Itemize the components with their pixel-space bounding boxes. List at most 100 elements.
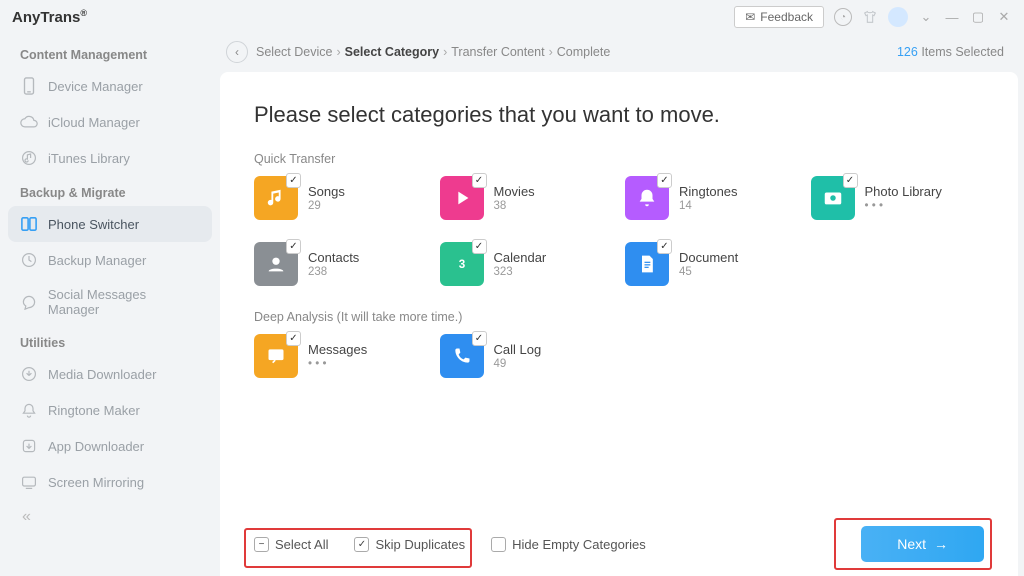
select-all-checkbox[interactable]: − Select All [254,537,328,552]
sidebar-item-label: App Downloader [48,439,144,454]
app-name-text: AnyTrans [12,9,80,26]
movies-icon: ✓ [440,176,484,220]
maximize-icon[interactable]: ▢ [970,9,986,25]
category-contacts[interactable]: ✓ Contacts238 [254,242,428,286]
chat-icon [20,293,38,311]
checkbox-checked-icon[interactable]: ✓ [286,331,301,346]
breadcrumb-step-1[interactable]: Select Device [256,45,332,59]
checkbox-checked-icon[interactable]: ✓ [286,239,301,254]
songs-icon: ✓ [254,176,298,220]
title-bar: AnyTrans® ✉ Feedback ◔ ⌄ — ▢ ✕ [0,0,1024,34]
checkbox-checked-icon[interactable]: ✓ [472,331,487,346]
switch-icon [20,215,38,233]
calendar-icon: 3✓ [440,242,484,286]
sidebar-section-backup-migrate: Backup & Migrate [8,176,212,206]
category-name: Songs [308,184,345,199]
breadcrumb-step-3[interactable]: Transfer Content [451,45,544,59]
screen-icon [20,473,38,491]
next-button[interactable]: Next → [861,526,984,562]
sidebar-item-app-downloader[interactable]: App Downloader [8,428,212,464]
download-icon [20,365,38,383]
breadcrumb-step-2[interactable]: Select Category [345,45,439,59]
category-call-log[interactable]: ✓Call Log49 [440,334,614,378]
sidebar-item-label: Device Manager [48,79,143,94]
category-count: 14 [679,200,738,212]
category-name: Call Log [494,342,542,357]
count-number: 126 [897,45,918,59]
category-name: Document [679,250,738,265]
back-button[interactable]: ‹ [226,41,248,63]
category-count: 38 [494,200,535,212]
sidebar-item-screen-mirroring[interactable]: Screen Mirroring [8,464,212,500]
category-text: Messages• • • [308,342,367,370]
sidebar-item-itunes-library[interactable]: iTunes Library [8,140,212,176]
breadcrumb-step-4[interactable]: Complete [557,45,611,59]
sidebar-item-icloud-manager[interactable]: iCloud Manager [8,104,212,140]
category-name: Contacts [308,250,359,265]
section-quick-transfer: Quick Transfer [254,152,984,166]
chevron-down-icon[interactable]: ⌄ [918,9,934,25]
close-icon[interactable]: ✕ [996,9,1012,25]
notification-bell-icon[interactable]: ◔ [834,8,852,26]
page-heading: Please select categories that you want t… [254,102,984,128]
sidebar-item-phone-switcher[interactable]: Phone Switcher [8,206,212,242]
section-deep-analysis: Deep Analysis (It will take more time.) [254,310,984,324]
sidebar-item-media-downloader[interactable]: Media Downloader [8,356,212,392]
items-selected-count: 126 Items Selected [897,45,1004,59]
select-all-label: Select All [275,537,328,552]
footer-bar: − Select All ✓ Skip Duplicates Hide Empt… [254,512,984,562]
category-text: Movies38 [494,184,535,212]
category-songs[interactable]: ✓ Songs29 [254,176,428,220]
contacts-icon: ✓ [254,242,298,286]
checkbox-checked-icon[interactable]: ✓ [286,173,301,188]
sidebar-item-backup-manager[interactable]: Backup Manager [8,242,212,278]
category-document[interactable]: ✓Document45 [625,242,799,286]
category-text: Calendar323 [494,250,547,278]
sidebar-collapse-toggle[interactable]: « [8,500,212,534]
count-label: Items Selected [921,45,1004,59]
photo-library-icon: ✓ [811,176,855,220]
skip-duplicates-checkbox[interactable]: ✓ Skip Duplicates [354,537,465,552]
category-text: Photo Library• • • [865,184,942,212]
history-icon [20,251,38,269]
sidebar-item-label: Phone Switcher [48,217,139,232]
call-log-icon: ✓ [440,334,484,378]
trademark-icon: ® [80,8,87,18]
category-count: • • • [865,200,942,212]
sidebar-item-ringtone-maker[interactable]: Ringtone Maker [8,392,212,428]
sidebar-item-device-manager[interactable]: Device Manager [8,68,212,104]
category-name: Ringtones [679,184,738,199]
minimize-icon[interactable]: — [944,9,960,25]
category-ringtones[interactable]: ✓ Ringtones14 [625,176,799,220]
category-calendar[interactable]: 3✓ Calendar323 [440,242,614,286]
chevron-right-icon: › [336,45,340,59]
category-photo-library[interactable]: ✓ Photo Library• • • [811,176,985,220]
feedback-button[interactable]: ✉ Feedback [734,6,824,28]
category-text: Ringtones14 [679,184,738,212]
hide-empty-checkbox[interactable]: Hide Empty Categories [491,537,646,552]
category-name: Movies [494,184,535,199]
next-label: Next [897,536,926,552]
checkbox-checked-icon[interactable]: ✓ [843,173,858,188]
sidebar-item-label: Ringtone Maker [48,403,140,418]
sidebar-item-label: Social Messages Manager [48,287,200,317]
user-avatar[interactable] [888,7,908,27]
checkbox-checked-icon[interactable]: ✓ [657,239,672,254]
checkbox-checked-icon[interactable]: ✓ [657,173,672,188]
quick-transfer-grid: ✓ Songs29 ✓ Movies38 ✓ Ringtones14 ✓ Photo Libr… [254,176,984,286]
category-text: Contacts238 [308,250,359,278]
checkbox-checked-icon[interactable]: ✓ [472,173,487,188]
category-movies[interactable]: ✓ Movies38 [440,176,614,220]
category-count: 29 [308,200,345,212]
document-icon: ✓ [625,242,669,286]
checkbox-checked-icon[interactable]: ✓ [472,239,487,254]
tshirt-icon[interactable] [862,9,878,25]
sidebar-item-social-messages[interactable]: Social Messages Manager [8,278,212,326]
category-name: Photo Library [865,184,942,199]
category-messages[interactable]: ✓ Messages• • • [254,334,428,378]
category-text: Songs29 [308,184,345,212]
ringtones-icon: ✓ [625,176,669,220]
checkbox-checked-icon: ✓ [354,537,369,552]
sidebar-section-content-management: Content Management [8,38,212,68]
window-controls: ◔ ⌄ — ▢ ✕ [834,7,1012,27]
